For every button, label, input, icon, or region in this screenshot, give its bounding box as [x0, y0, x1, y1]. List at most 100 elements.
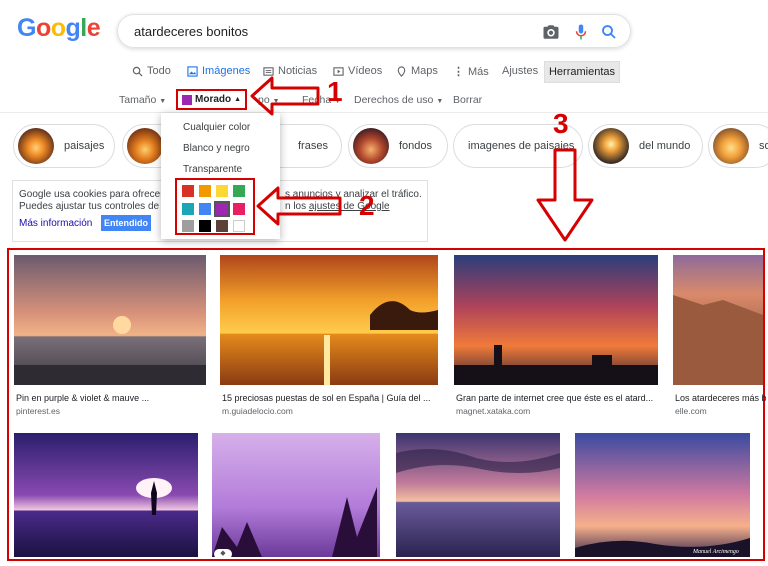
mic-icon[interactable]: [572, 23, 590, 41]
camera-icon[interactable]: [542, 23, 560, 41]
color-swatch-option[interactable]: [214, 200, 230, 217]
cookie-text: s anuncios y analizar el tráfico.: [285, 189, 422, 200]
result-image[interactable]: Manuel Arcimengo: [575, 433, 750, 557]
chip-paisajes[interactable]: paisajes: [13, 124, 115, 168]
tab-imagenes[interactable]: Imágenes: [187, 65, 250, 77]
logo-letter: e: [86, 14, 101, 42]
annotation-number-2: 2: [359, 190, 375, 221]
chip-label: imagenes de paisajes: [468, 140, 575, 152]
color-swatch-option[interactable]: [182, 202, 194, 215]
color-palette: [175, 178, 255, 235]
color-swatch-option[interactable]: [233, 220, 245, 233]
color-dropdown-menu: Cualquier color Blanco y negro Transpare…: [161, 113, 280, 239]
filter-type[interactable]: po ▼: [258, 94, 280, 106]
logo-letter: g: [65, 14, 81, 42]
map-pin-icon: [397, 65, 406, 77]
result-image[interactable]: [396, 433, 560, 557]
result-image[interactable]: [14, 433, 198, 557]
image-icon: [187, 65, 198, 77]
chip-del-mundo[interactable]: del mundo: [588, 124, 703, 168]
logo-letter: G: [17, 14, 36, 42]
color-swatch-option[interactable]: [233, 185, 245, 197]
result-caption: Los atardeceres más b: [675, 393, 767, 403]
filter-size[interactable]: Tamaño ▼: [119, 94, 166, 106]
tab-label: Maps: [411, 65, 438, 77]
result-source: pinterest.es: [16, 406, 60, 416]
color-swatch-option[interactable]: [182, 185, 194, 197]
related-chips: paisajes frases fondos imagenes de paisa…: [0, 124, 768, 170]
more-info-link[interactable]: Más información: [19, 218, 92, 229]
result-image[interactable]: [14, 255, 206, 385]
tab-label: Vídeos: [348, 65, 383, 77]
chip-thumbnail: [127, 128, 163, 164]
tab-label: Noticias: [278, 65, 318, 77]
filter-label: Derechos de uso: [354, 94, 434, 106]
cookie-text: Puedes ajustar tus controles de p: [19, 201, 168, 212]
divider: [0, 112, 768, 113]
tab-label: Ajustes: [502, 65, 539, 77]
chip-thumbnail: [353, 128, 389, 164]
color-swatch-option[interactable]: [233, 202, 245, 215]
color-swatch-option[interactable]: [216, 185, 228, 197]
chip-frases[interactable]: frases: [270, 124, 342, 168]
tab-mas[interactable]: ⋮ Más: [453, 65, 489, 79]
annotation-number-1: 1: [327, 76, 343, 107]
color-swatch: [182, 94, 192, 105]
news-icon: [263, 66, 274, 76]
tag-icon: ◆: [214, 549, 232, 559]
chip-so[interactable]: so: [708, 124, 768, 168]
tab-maps[interactable]: Maps: [396, 65, 438, 77]
more-vert-icon: ⋮: [453, 66, 464, 78]
annotation-number-3: 3: [553, 108, 569, 139]
result-image[interactable]: [212, 433, 380, 557]
result-caption: Gran parte de internet cree que éste es …: [456, 393, 654, 403]
result-image[interactable]: [454, 255, 658, 385]
color-option-transparent[interactable]: Transparente: [183, 164, 242, 175]
caret-down-icon: ▼: [159, 98, 167, 105]
search-icon: [132, 66, 143, 77]
filter-label: po: [258, 94, 270, 106]
logo-letter: o: [35, 14, 51, 42]
result-source: elle.com: [675, 406, 707, 416]
color-swatch-option[interactable]: [182, 220, 194, 233]
result-image[interactable]: [220, 255, 438, 385]
search-bar[interactable]: atardeceres bonitos: [117, 14, 631, 48]
search-icon[interactable]: [600, 23, 618, 41]
filter-rights[interactable]: Derechos de uso ▼: [354, 94, 443, 106]
filter-color[interactable]: Morado ▲: [176, 89, 248, 110]
filter-clear[interactable]: Borrar: [453, 94, 482, 106]
tab-noticias[interactable]: Noticias: [263, 65, 317, 77]
cookie-text-prefix: n los: [285, 201, 307, 212]
tab-ajustes[interactable]: Ajustes: [502, 65, 538, 77]
color-option-any[interactable]: Cualquier color: [183, 122, 250, 133]
chip-thumbnail: [18, 128, 54, 164]
tab-label: Todo: [147, 65, 171, 77]
result-caption: Pin en purple & violet & mauve ...: [16, 393, 150, 403]
chip-label: paisajes: [64, 140, 105, 152]
video-icon: [333, 66, 344, 76]
caret-up-icon: ▲: [234, 96, 242, 103]
logo-letter: o: [50, 14, 66, 42]
tools-button[interactable]: Herramientas: [544, 61, 620, 83]
result-image[interactable]: [673, 255, 763, 385]
chip-label: fondos: [399, 140, 433, 152]
color-swatch-option[interactable]: [216, 220, 228, 233]
filter-label: Morado: [195, 94, 232, 105]
chip-thumbnail: [593, 128, 629, 164]
caret-down-icon: ▼: [436, 98, 444, 105]
color-swatch-option[interactable]: [199, 185, 211, 197]
color-option-bw[interactable]: Blanco y negro: [183, 143, 250, 154]
chip-label: frases: [298, 140, 328, 152]
color-swatch-option[interactable]: [199, 202, 211, 215]
cookie-settings-link[interactable]: ajustes de Google: [309, 201, 390, 212]
result-source: magnet.xataka.com: [456, 406, 531, 416]
tab-label: Imágenes: [202, 65, 251, 77]
search-input[interactable]: atardeceres bonitos: [134, 24, 248, 39]
result-source: m.guiadelocio.com: [222, 406, 293, 416]
google-logo[interactable]: Google: [17, 14, 101, 43]
chip-label: del mundo: [639, 140, 691, 152]
color-swatch-option[interactable]: [199, 220, 211, 233]
chip-fondos[interactable]: fondos: [348, 124, 448, 168]
tab-todo[interactable]: Todo: [132, 65, 171, 77]
accept-cookies-button[interactable]: Entendido: [101, 215, 151, 231]
